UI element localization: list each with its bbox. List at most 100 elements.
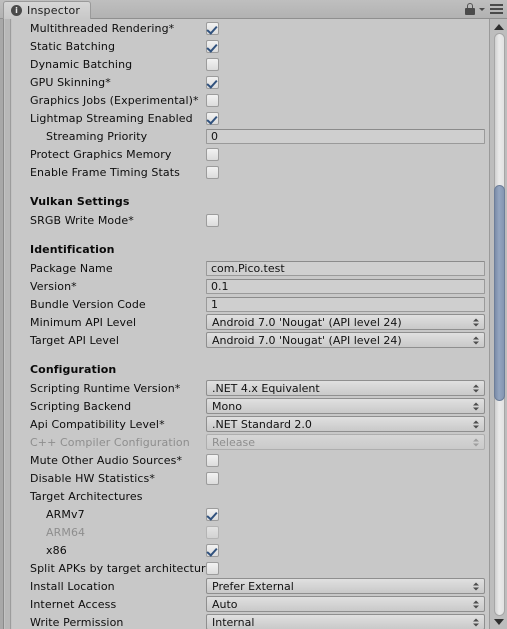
dropdown-minimum-api-level[interactable]: Android 7.0 'Nougat' (API level 24) [206,314,485,330]
dropdown-install-location[interactable]: Prefer External [206,578,485,594]
setting-label-minimum-api-level: Minimum API Level [30,315,137,329]
tab-inspector[interactable]: i Inspector [3,1,92,19]
dropdown-internet-access[interactable]: Auto [206,596,485,612]
section-header-identification: Identification [12,237,489,259]
scrollbar-thumb[interactable] [494,185,505,401]
dropdown-write-permission[interactable]: Internal [206,614,485,629]
setting-row-arm64: ARM64 [12,523,489,541]
dropdown-scripting-backend[interactable]: Mono [206,398,485,414]
section-header-configuration: Configuration [12,357,489,379]
setting-row-api-compatibility-level: Api Compatibility Level* .NET Standard 2.… [12,415,489,433]
dropdown-value: Prefer External [212,579,294,593]
dropdown-arrows-icon [472,581,479,592]
setting-row-bundle-version-code: Bundle Version Code 1 [12,295,489,313]
setting-label-write-permission: Write Permission [30,615,124,629]
setting-label-armv7: ARMv7 [46,507,85,521]
textfield-streaming-priority[interactable]: 0 [206,128,485,144]
dropdown-arrows-icon [472,437,479,448]
dropdown-target-api-level[interactable]: Android 7.0 'Nougat' (API level 24) [206,332,485,348]
scroll-down-button[interactable] [492,615,506,628]
checkbox-arm64 [206,525,219,539]
vertical-scrollbar[interactable] [489,19,507,629]
setting-label-gpu-skinning: GPU Skinning* [30,75,111,89]
dropdown-arrows-icon [472,317,479,328]
info-circle-icon: i [11,5,22,16]
setting-row-armv7: ARMv7 [12,505,489,523]
setting-row-enable-frame-timing-stats: Enable Frame Timing Stats [12,163,489,181]
dropdown-api-compatibility-level[interactable]: .NET Standard 2.0 [206,416,485,432]
dropdown-value: Android 7.0 'Nougat' (API level 24) [212,333,402,347]
dropdown-arrows-icon [472,401,479,412]
setting-label-protect-graphics-memory: Protect Graphics Memory [30,147,172,161]
tab-tools [464,3,503,15]
setting-label-bundle-version-code: Bundle Version Code [30,297,146,311]
panel-rail-inner [5,19,11,629]
dropdown-scripting-runtime-version[interactable]: .NET 4.x Equivalent [206,380,485,396]
section-header-label: Configuration [30,363,117,376]
setting-row-minimum-api-level: Minimum API Level Android 7.0 'Nougat' (A… [12,313,489,331]
checkbox-x86[interactable] [206,543,219,557]
dropdown-value: .NET 4.x Equivalent [212,381,320,395]
setting-label-static-batching: Static Batching [30,39,116,53]
setting-label-package-name: Package Name [30,261,113,275]
setting-row-cpp-compiler-configuration: C++ Compiler Configuration Release [12,433,489,451]
setting-label-x86: x86 [46,543,67,557]
setting-label-target-api-level: Target API Level [30,333,120,347]
checkbox-enable-frame-timing-stats[interactable] [206,165,219,179]
setting-row-streaming-priority: Streaming Priority 0 [12,127,489,145]
inspector-window: i Inspector Multithreaded Rendering* Stat… [0,0,507,629]
textfield-package-name[interactable]: com.Pico.test [206,260,485,276]
checkbox-graphics-jobs-experimental[interactable] [206,93,219,107]
setting-label-graphics-jobs-experimental: Graphics Jobs (Experimental)* [30,93,199,107]
setting-label-target-architectures: Target Architectures [30,489,143,503]
setting-row-lightmap-streaming-enabled: Lightmap Streaming Enabled [12,109,489,127]
panel-rail-outer [0,19,4,629]
textfield-bundle-version-code[interactable]: 1 [206,296,485,312]
checkbox-dynamic-batching[interactable] [206,57,219,71]
checkbox-mute-other-audio-sources[interactable] [206,453,219,467]
checkbox-split-apks-by-target-architecture[interactable] [206,561,219,575]
checkbox-armv7[interactable] [206,507,219,521]
checkbox-srgb-write-mode[interactable] [206,213,219,227]
scroll-up-button[interactable] [492,20,506,33]
setting-label-arm64: ARM64 [46,525,86,539]
setting-label-streaming-priority: Streaming Priority [46,129,148,143]
setting-row-graphics-jobs-experimental: Graphics Jobs (Experimental)* [12,91,489,109]
setting-label-disable-hw-statistics: Disable HW Statistics* [30,471,155,485]
hamburger-menu-icon[interactable] [490,4,503,14]
dropdown-arrows-icon [472,383,479,394]
lock-icon[interactable] [464,3,475,15]
setting-label-dynamic-batching: Dynamic Batching [30,57,133,71]
setting-label-srgb-write-mode: SRGB Write Mode* [30,213,134,227]
chevron-down-icon [479,7,485,11]
setting-row-split-apks-by-target-architecture: Split APKs by target architecture* [12,559,489,577]
setting-row-mute-other-audio-sources: Mute Other Audio Sources* [12,451,489,469]
setting-row-install-location: Install Location Prefer External [12,577,489,595]
setting-row-target-api-level: Target API Level Android 7.0 'Nougat' (AP… [12,331,489,349]
checkbox-disable-hw-statistics[interactable] [206,471,219,485]
dropdown-value: Android 7.0 'Nougat' (API level 24) [212,315,402,329]
checkbox-protect-graphics-memory[interactable] [206,147,219,161]
setting-row-gpu-skinning: GPU Skinning* [12,73,489,91]
checkbox-lightmap-streaming-enabled[interactable] [206,111,219,125]
setting-label-api-compatibility-level: Api Compatibility Level* [30,417,165,431]
dropdown-arrows-icon [472,419,479,430]
setting-label-scripting-backend: Scripting Backend [30,399,132,413]
dropdown-arrows-icon [472,617,479,628]
setting-row-disable-hw-statistics: Disable HW Statistics* [12,469,489,487]
setting-label-version: Version* [30,279,77,293]
setting-label-install-location: Install Location [30,579,115,593]
checkbox-gpu-skinning[interactable] [206,75,219,89]
section-header-vulkan-settings: Vulkan Settings [12,189,489,211]
dropdown-value: .NET Standard 2.0 [212,417,312,431]
textfield-version[interactable]: 0.1 [206,278,485,294]
dropdown-cpp-compiler-configuration: Release [206,434,485,450]
dropdown-arrows-icon [472,599,479,610]
checkbox-static-batching[interactable] [206,39,219,53]
setting-row-srgb-write-mode: SRGB Write Mode* [12,211,489,229]
checkbox-multithreaded-rendering[interactable] [206,21,219,35]
setting-row-x86: x86 [12,541,489,559]
dropdown-value: Auto [212,597,238,611]
setting-row-target-architectures: Target Architectures [12,487,489,505]
